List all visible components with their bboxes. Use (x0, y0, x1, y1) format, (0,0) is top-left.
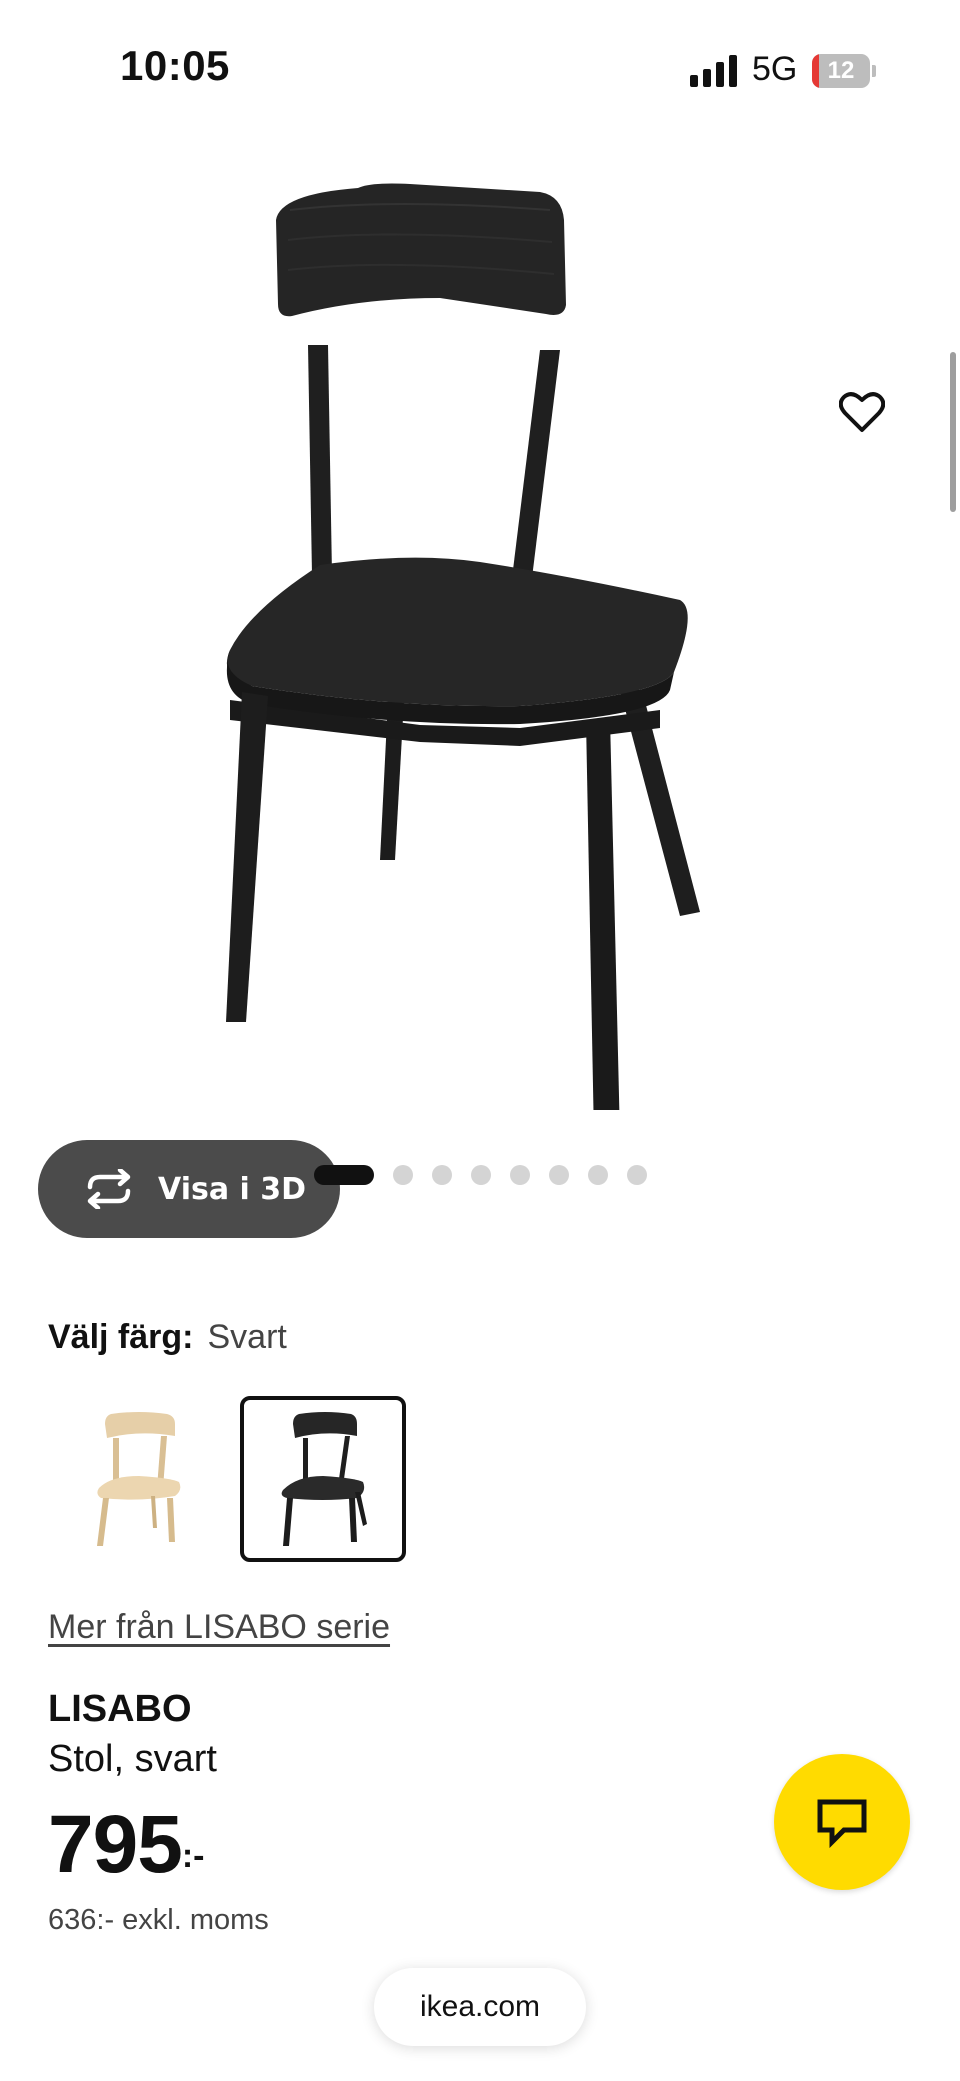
gallery-dot-7[interactable] (588, 1165, 608, 1185)
chat-bubble-icon (817, 1799, 867, 1848)
color-option-birch[interactable] (56, 1396, 222, 1562)
chat-button[interactable] (774, 1754, 910, 1890)
network-type: 5G (752, 50, 798, 88)
birch-chair-thumbnail (97, 1412, 181, 1546)
product-price: 795:- (48, 1800, 204, 1890)
page-scrollbar[interactable] (950, 352, 956, 512)
gallery-dot-1[interactable] (314, 1165, 374, 1185)
gallery-pagination[interactable] (314, 1164, 666, 1186)
rotate-3d-icon (87, 1169, 131, 1209)
cellular-signal-icon (690, 55, 740, 87)
price-amount: 795 (48, 1799, 183, 1890)
battery-percent: 12 (827, 57, 855, 84)
status-bar: 10:05 5G 12 (0, 0, 960, 140)
gallery-dot-5[interactable] (510, 1165, 530, 1185)
gallery-dot-8[interactable] (627, 1165, 647, 1185)
product-gallery[interactable]: Visa i 3D (0, 150, 960, 1238)
url-text: ikea.com (419, 1990, 541, 2023)
battery-icon: 12 (812, 54, 876, 88)
gallery-dot-2[interactable] (393, 1165, 413, 1185)
color-picker-label: Välj färg: (48, 1318, 194, 1356)
heart-outline-icon (839, 392, 885, 432)
product-image[interactable] (190, 180, 770, 1110)
series-link[interactable]: Mer från LISABO serie (48, 1608, 390, 1647)
black-chair-thumbnail (281, 1412, 367, 1546)
gallery-dot-4[interactable] (471, 1165, 491, 1185)
gallery-dot-3[interactable] (432, 1165, 452, 1185)
product-description: Stol, svart (48, 1738, 217, 1780)
favorite-button[interactable] (830, 380, 894, 444)
view-in-3d-label: Visa i 3D (158, 1171, 307, 1207)
gallery-dot-6[interactable] (549, 1165, 569, 1185)
selected-color: Svart (207, 1318, 287, 1356)
color-option-black[interactable] (240, 1396, 406, 1562)
product-name: LISABO (48, 1688, 192, 1730)
price-suffix: :- (181, 1837, 205, 1875)
price-excl-vat: 636:- exkl. moms (48, 1904, 269, 1936)
status-time: 10:05 (120, 42, 230, 89)
browser-url-bar[interactable]: ikea.com (374, 1968, 586, 2046)
view-in-3d-button[interactable]: Visa i 3D (38, 1140, 340, 1238)
color-picker-header: Välj färg: Svart (48, 1318, 287, 1357)
